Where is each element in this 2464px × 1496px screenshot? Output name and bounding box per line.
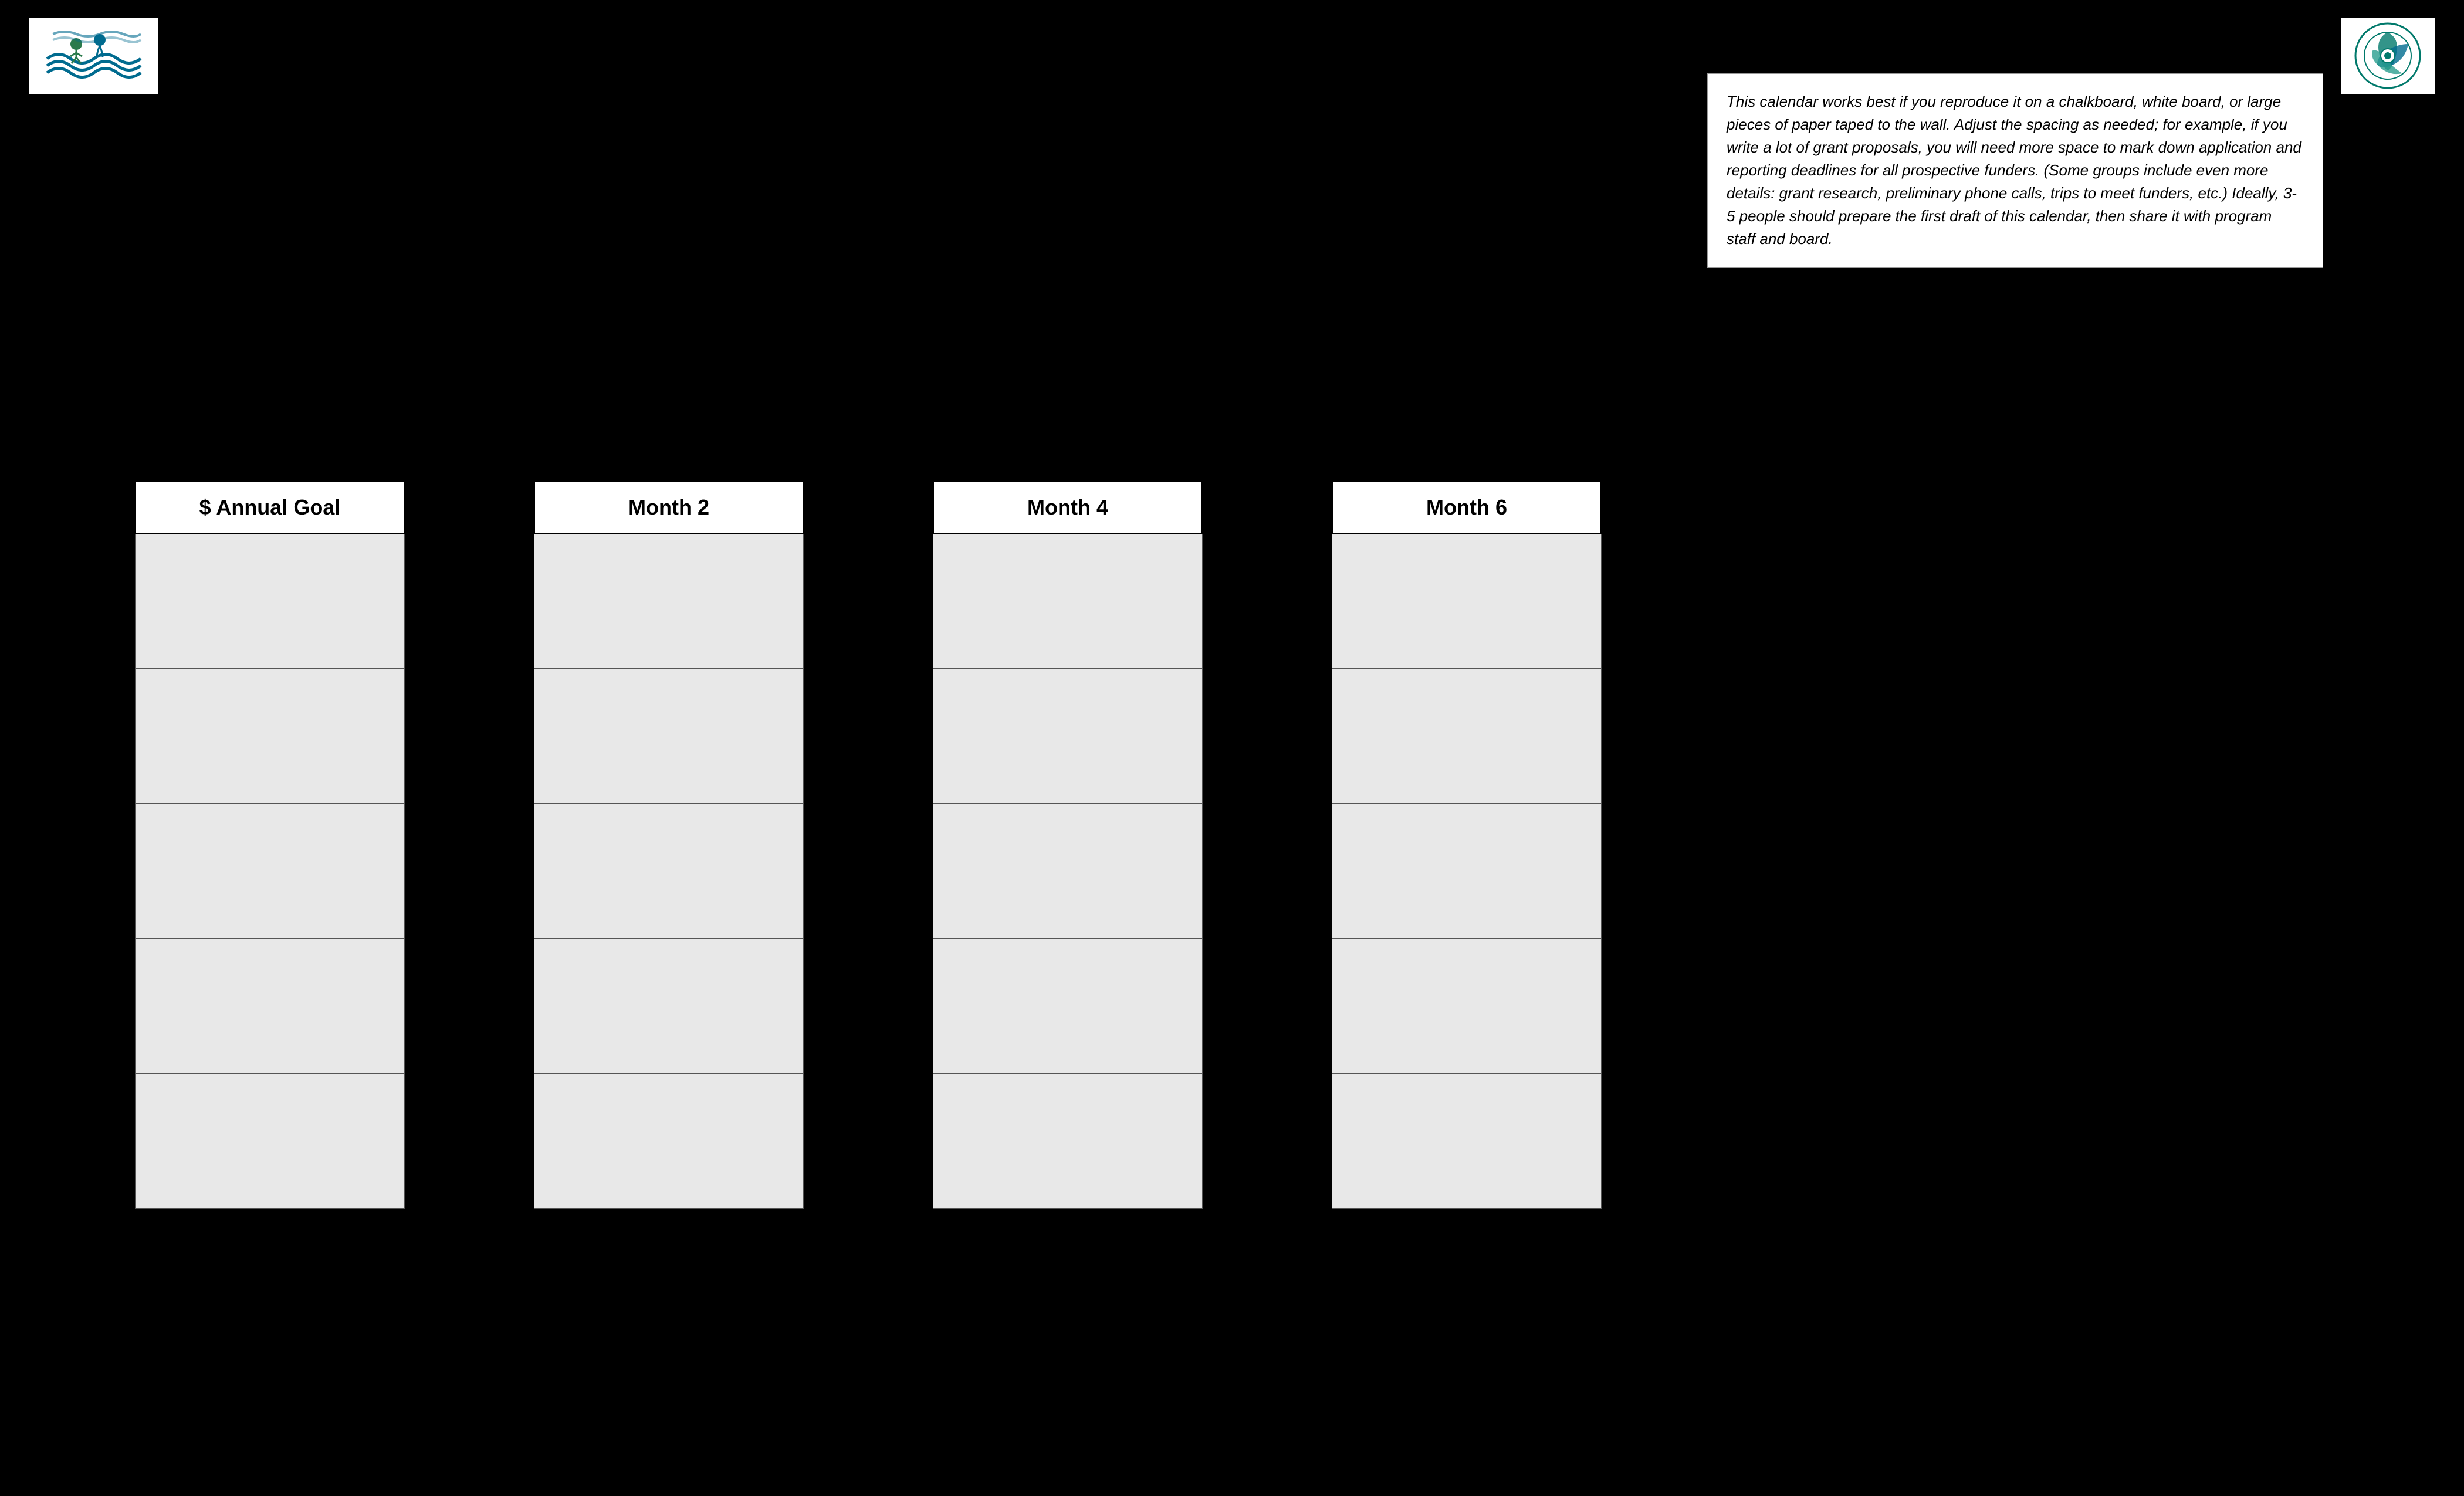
column-annual-goal: $ Annual Goal — [135, 481, 405, 1209]
info-text: This calendar works best if you reproduc… — [1727, 93, 2301, 248]
cell-month2-5 — [534, 1074, 804, 1209]
cell-month4-3 — [933, 804, 1203, 939]
cell-annual-goal-3 — [135, 804, 405, 939]
column-header-month-2: Month 2 — [534, 481, 804, 534]
cell-annual-goal-5 — [135, 1074, 405, 1209]
column-header-month-6: Month 6 — [1332, 481, 1602, 534]
cell-annual-goal-4 — [135, 939, 405, 1074]
grid-area: $ Annual Goal Month 2 Month 4 Month 6 — [135, 481, 2405, 1209]
cell-month2-2 — [534, 669, 804, 804]
cell-month2-1 — [534, 534, 804, 669]
cell-month2-4 — [534, 939, 804, 1074]
cell-month4-1 — [933, 534, 1203, 669]
cell-month4-4 — [933, 939, 1203, 1074]
cell-month6-2 — [1332, 669, 1602, 804]
cell-month4-2 — [933, 669, 1203, 804]
column-month-4: Month 4 — [933, 481, 1203, 1209]
cell-annual-goal-2 — [135, 669, 405, 804]
cell-month2-3 — [534, 804, 804, 939]
column-header-month-4: Month 4 — [933, 481, 1203, 534]
right-logo — [2341, 18, 2435, 94]
cell-annual-goal-1 — [135, 534, 405, 669]
cell-month6-1 — [1332, 534, 1602, 669]
column-header-annual-goal: $ Annual Goal — [135, 481, 405, 534]
left-logo — [29, 18, 158, 94]
column-month-6: Month 6 — [1332, 481, 1602, 1209]
info-box: This calendar works best if you reproduc… — [1707, 73, 2323, 268]
cell-month6-4 — [1332, 939, 1602, 1074]
cell-month6-5 — [1332, 1074, 1602, 1209]
cell-month6-3 — [1332, 804, 1602, 939]
column-month-2: Month 2 — [534, 481, 804, 1209]
cell-month4-5 — [933, 1074, 1203, 1209]
